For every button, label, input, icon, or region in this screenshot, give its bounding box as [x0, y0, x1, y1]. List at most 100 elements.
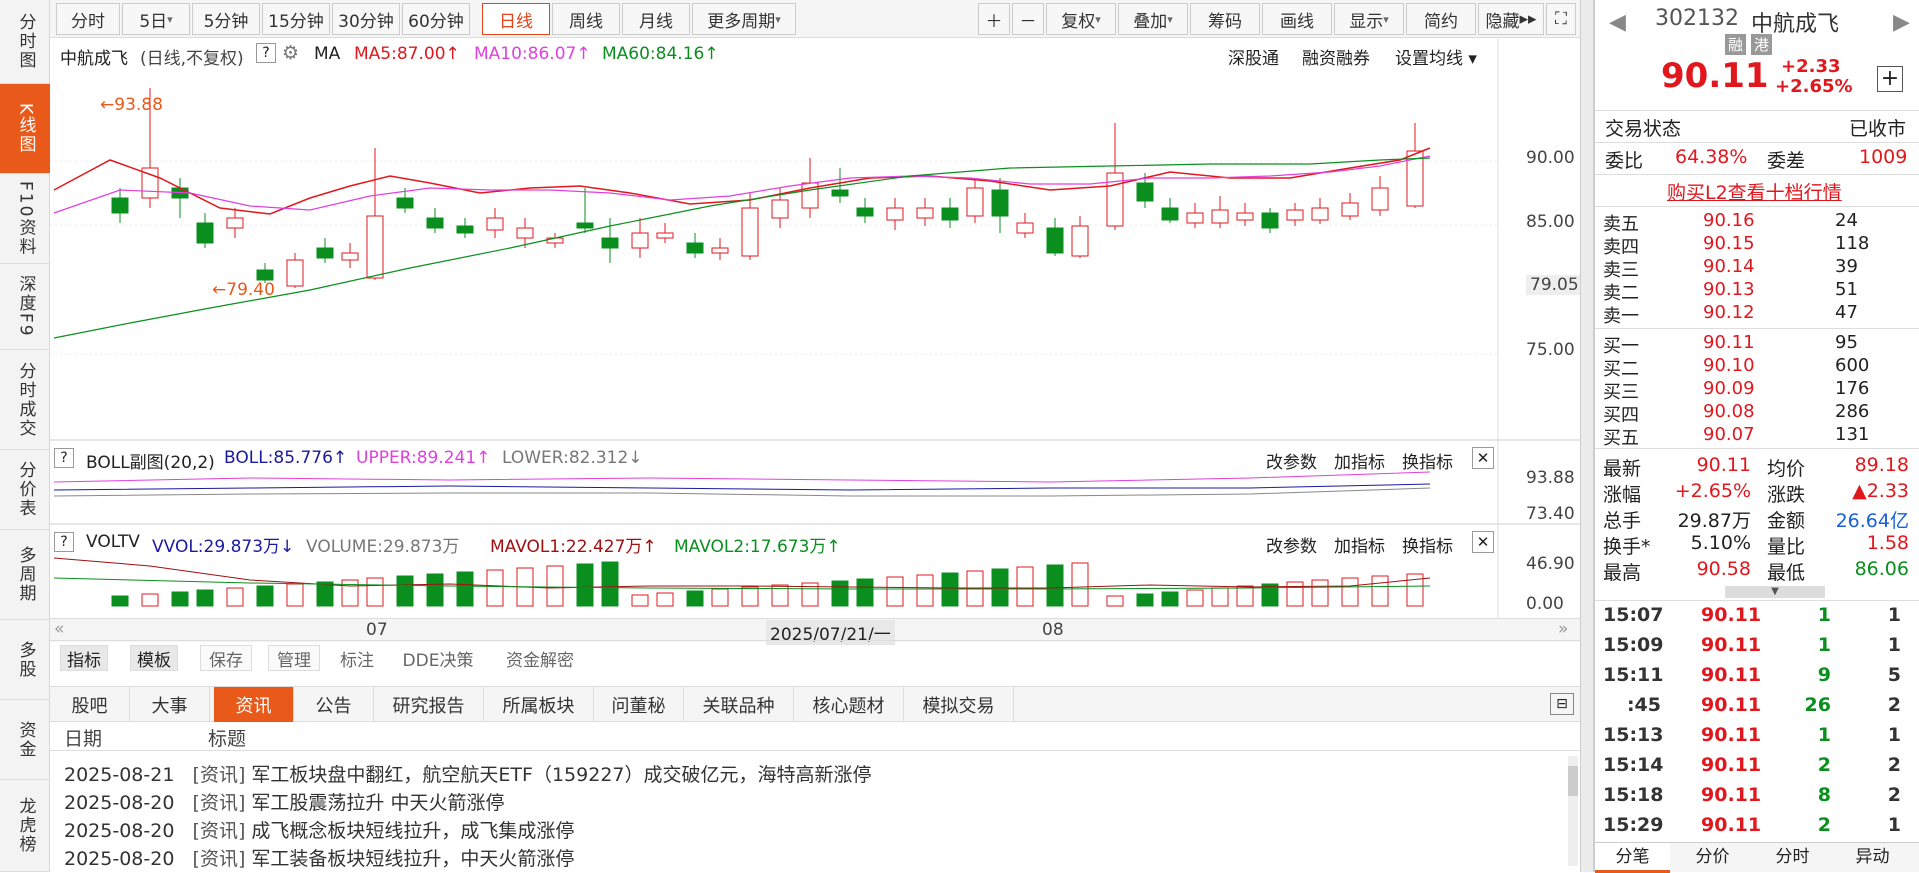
- vol-add-indicator[interactable]: 加指标: [1334, 532, 1385, 557]
- tool-indicator[interactable]: 指标: [60, 645, 108, 671]
- simple-button[interactable]: 简约: [1406, 3, 1476, 35]
- zoom-in-icon[interactable]: ＋: [978, 3, 1010, 35]
- zoom-out-icon[interactable]: －: [1012, 3, 1044, 35]
- tab-announce[interactable]: 公告: [294, 687, 374, 722]
- l2-link[interactable]: 购买L2查看十档行情: [1667, 178, 1842, 205]
- tab-research[interactable]: 研究报告: [374, 687, 484, 722]
- period-daily[interactable]: 日线: [482, 3, 550, 35]
- gear-icon[interactable]: ⚙: [282, 42, 299, 64]
- news-list: 日期 标题 2025-08-21 [资讯] 军工板块盘中翻红，航空航天ETF（1…: [50, 722, 1580, 872]
- period-5day[interactable]: 5日: [122, 3, 190, 35]
- panel-splitter[interactable]: [1580, 0, 1594, 872]
- news-row[interactable]: 2025-08-20 [资讯] 成飞概念板块短线拉升，成飞集成涨停: [64, 816, 574, 843]
- boll-add-indicator[interactable]: 加指标: [1334, 448, 1385, 473]
- bid-volume: 95: [1835, 332, 1858, 353]
- volume-bar: [831, 580, 849, 607]
- news-row[interactable]: 2025-08-20 [资讯] 军工股震荡拉升 中天火箭涨停: [64, 788, 504, 815]
- candle-body: [601, 237, 619, 249]
- candle-body: [111, 197, 129, 214]
- nav-multi-stock[interactable]: 多股: [0, 620, 50, 700]
- nav-kline[interactable]: K线图: [0, 84, 50, 174]
- vol-help-icon[interactable]: ?: [54, 532, 74, 552]
- nav-multi-period[interactable]: 多周期: [0, 530, 50, 620]
- tick-time: 15:29: [1603, 814, 1664, 836]
- adjust-button[interactable]: 复权: [1046, 3, 1116, 35]
- tab-topics[interactable]: 核心题材: [794, 687, 904, 722]
- display-button[interactable]: 显示: [1334, 3, 1404, 35]
- vol-close-icon[interactable]: ✕: [1472, 531, 1494, 553]
- boll-axis-top: 93.88: [1526, 468, 1575, 488]
- tab-anomaly[interactable]: 异动: [1835, 843, 1910, 873]
- expand-icon[interactable]: ▼: [1725, 586, 1825, 598]
- volume-bar: [916, 574, 934, 607]
- kline-chart-area[interactable]: 中航成飞 (日线,不复权) ? ⚙ MA MA5:87.00↑ MA10:86.…: [50, 38, 1583, 618]
- tab-news[interactable]: 资讯: [214, 687, 294, 722]
- period-5min[interactable]: 5分钟: [192, 3, 260, 35]
- add-watchlist-icon[interactable]: +: [1877, 66, 1903, 92]
- nav-dragon-tiger[interactable]: 龙虎榜: [0, 780, 50, 872]
- tab-price-dist[interactable]: 分价: [1675, 843, 1750, 873]
- news-tag: [资讯]: [192, 792, 246, 814]
- tick-volume: 2: [1817, 754, 1831, 776]
- period-60min[interactable]: 60分钟: [402, 3, 470, 35]
- vol-switch-indicator[interactable]: 换指标: [1402, 532, 1453, 557]
- tool-manage[interactable]: 管理: [268, 645, 320, 671]
- tool-template[interactable]: 模板: [130, 645, 178, 671]
- boll-axis-bottom: 73.40: [1526, 504, 1575, 524]
- overlay-button[interactable]: 叠加: [1118, 3, 1188, 35]
- tab-guba[interactable]: 股吧: [50, 687, 130, 722]
- period-30min[interactable]: 30分钟: [332, 3, 400, 35]
- boll-change-param[interactable]: 改参数: [1266, 448, 1317, 473]
- tick-count: 1: [1887, 634, 1901, 656]
- next-stock-icon[interactable]: ▶: [1893, 10, 1910, 35]
- tool-save[interactable]: 保存: [200, 645, 252, 671]
- hide-button[interactable]: 隐藏 ▸▸: [1478, 3, 1544, 35]
- panel-toggle-icon[interactable]: ⊟: [1550, 693, 1574, 715]
- news-scroll-thumb[interactable]: [1568, 766, 1578, 796]
- tab-events[interactable]: 大事: [130, 687, 210, 722]
- nav-price-table[interactable]: 分价表: [0, 450, 50, 530]
- boll-switch-indicator[interactable]: 换指标: [1402, 448, 1453, 473]
- tab-sector[interactable]: 所属板块: [484, 687, 594, 722]
- nav-fenshi[interactable]: 分时图: [0, 0, 50, 84]
- nav-depth[interactable]: 深度F9: [0, 264, 50, 350]
- vol-change-param[interactable]: 改参数: [1266, 532, 1317, 557]
- nav-fund[interactable]: 资金: [0, 700, 50, 780]
- date-axis[interactable]: « 07 2025/07/21/一 08 »: [50, 618, 1580, 645]
- tab-intraday[interactable]: 分时: [1755, 843, 1830, 873]
- stat-value: 86.06: [1854, 558, 1909, 580]
- mavol1-value: MAVOL1:22.427万↑: [490, 537, 657, 557]
- period-more[interactable]: 更多周期: [692, 3, 796, 35]
- scroll-left-icon[interactable]: «: [54, 619, 64, 639]
- tab-sim-trade[interactable]: 模拟交易: [904, 687, 1014, 722]
- boll-help-icon[interactable]: ?: [54, 448, 74, 468]
- tab-related[interactable]: 关联品种: [684, 687, 794, 722]
- help-icon[interactable]: ?: [256, 43, 276, 63]
- tool-annotate[interactable]: 标注: [332, 645, 382, 671]
- scroll-right-icon[interactable]: »: [1558, 619, 1568, 639]
- quote-code: 302132: [1655, 6, 1739, 31]
- link-set-ma[interactable]: 设置均线 ▾: [1395, 44, 1477, 69]
- boll-close-icon[interactable]: ✕: [1472, 447, 1494, 469]
- news-row[interactable]: 2025-08-20 [资讯] 军工装备板块短线拉升，中天火箭涨停: [64, 844, 574, 871]
- link-margin[interactable]: 融资融券: [1302, 44, 1370, 69]
- nav-f10[interactable]: F10资料: [0, 174, 50, 264]
- tool-fund-decode[interactable]: 资金解密: [498, 645, 582, 671]
- nav-trades[interactable]: 分时成交: [0, 350, 50, 450]
- tab-ask-board[interactable]: 问董秘: [594, 687, 684, 722]
- prev-stock-icon[interactable]: ◀: [1609, 10, 1626, 35]
- period-15min[interactable]: 15分钟: [262, 3, 330, 35]
- news-scrollbar[interactable]: [1568, 756, 1578, 866]
- period-monthly[interactable]: 月线: [622, 3, 690, 35]
- tick-price: 90.11: [1701, 694, 1762, 716]
- fullscreen-icon[interactable]: ⛶: [1546, 3, 1576, 35]
- news-row[interactable]: 2025-08-21 [资讯] 军工板块盘中翻红，航空航天ETF（159227）…: [64, 760, 872, 787]
- period-fenshi[interactable]: 分时: [56, 3, 120, 35]
- chips-button[interactable]: 筹码: [1190, 3, 1260, 35]
- link-sgt[interactable]: 深股通: [1228, 44, 1279, 69]
- tool-dde[interactable]: DDE决策: [396, 645, 480, 671]
- period-weekly[interactable]: 周线: [552, 3, 620, 35]
- tab-trades[interactable]: 分笔: [1595, 843, 1670, 873]
- draw-button[interactable]: 画线: [1262, 3, 1332, 35]
- volume-bar: [141, 593, 159, 607]
